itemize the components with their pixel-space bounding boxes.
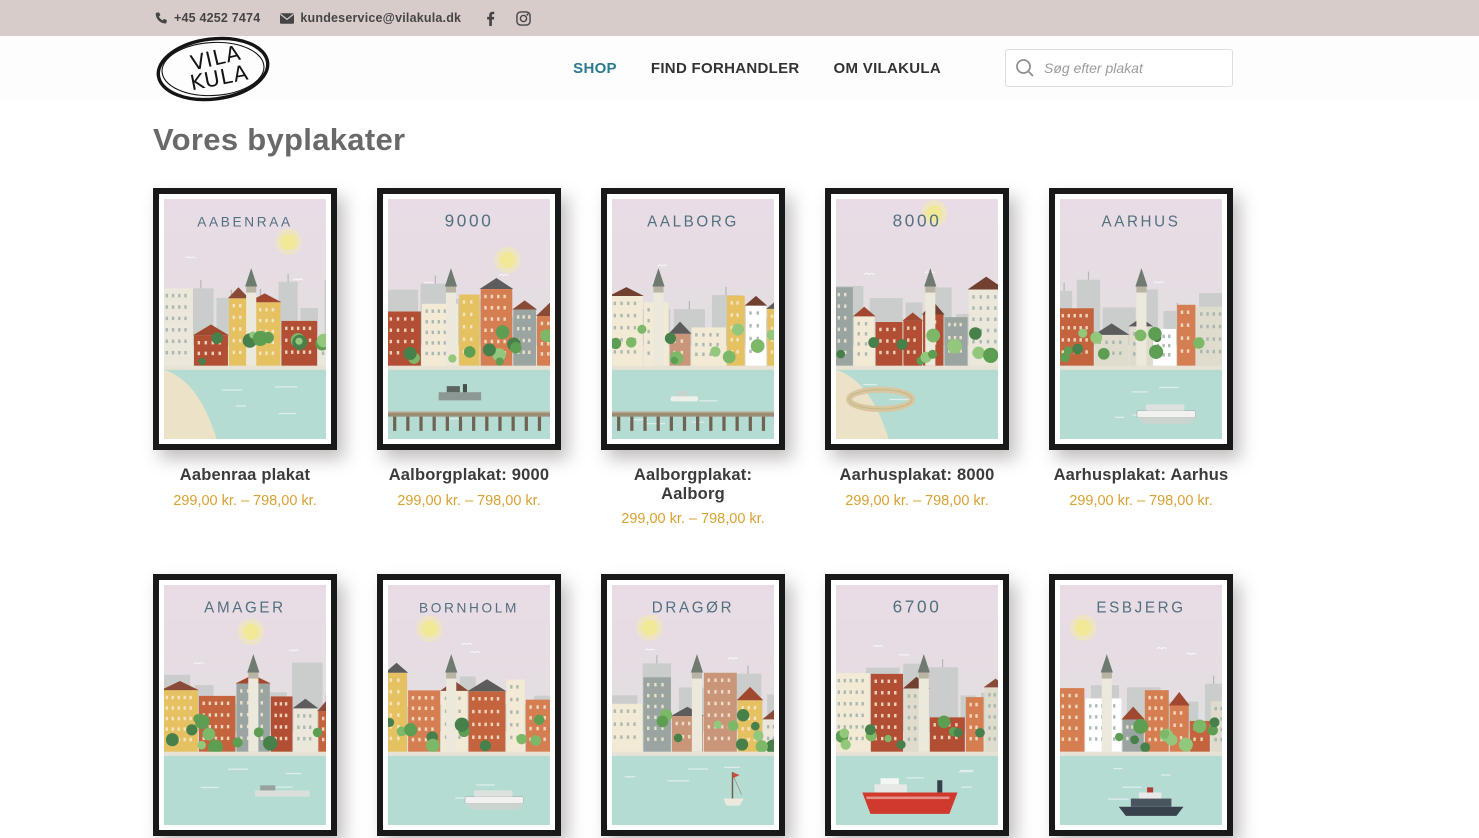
nav-om-vilakula[interactable]: OM VILAKULA — [834, 60, 941, 77]
product-card[interactable]: 8000 Aarhusplakat: 8000 299,00 kr. – 798… — [825, 188, 1009, 529]
poster-art: AALBORG — [612, 199, 774, 439]
product-card[interactable]: DRAGØR — [601, 574, 785, 838]
poster-frame[interactable]: AABENRAA — [153, 188, 337, 450]
poster-art: AARHUS — [1060, 199, 1222, 439]
poster-frame[interactable]: AALBORG — [601, 188, 785, 450]
nav-find-forhandler[interactable]: FIND FORHANDLER — [651, 60, 800, 77]
product-card[interactable]: BORNHOLM — [377, 574, 561, 838]
main-nav: SHOP FIND FORHANDLER OM VILAKULA — [573, 49, 1233, 87]
phone-icon — [155, 12, 168, 25]
svg-text:ESBJERG: ESBJERG — [1096, 599, 1185, 616]
instagram-icon[interactable] — [516, 11, 531, 26]
svg-text:DRAGØR: DRAGØR — [652, 599, 734, 616]
product-name[interactable]: Aarhusplakat: 8000 — [825, 466, 1009, 486]
product-price: 299,00 kr. – 798,00 kr. — [825, 493, 1009, 511]
poster-art: AABENRAA — [164, 199, 326, 439]
svg-text:AMAGER: AMAGER — [204, 599, 286, 616]
product-name[interactable]: Aalborgplakat: Aalborg — [601, 466, 785, 504]
product-price: 299,00 kr. – 798,00 kr. — [377, 493, 561, 511]
svg-text:BORNHOLM: BORNHOLM — [419, 600, 519, 615]
poster-frame[interactable]: 6700 — [825, 574, 1009, 836]
product-card[interactable]: 9000 Aalborgplakat: 9000 299,00 kr. – 79… — [377, 188, 561, 529]
poster-art: ESBJERG — [1060, 585, 1222, 825]
svg-text:AABENRAA: AABENRAA — [197, 214, 292, 229]
product-price: 299,00 kr. – 798,00 kr. — [1049, 493, 1233, 511]
phone-link[interactable]: +45 4252 7474 — [155, 11, 260, 25]
svg-text:9000: 9000 — [445, 210, 494, 230]
poster-frame[interactable]: ESBJERG — [1049, 574, 1233, 836]
search-input[interactable] — [1005, 49, 1233, 87]
poster-art: 9000 — [388, 199, 550, 439]
product-name[interactable]: Aarhusplakat: Aarhus — [1049, 466, 1233, 486]
page-title: Vores byplakater — [153, 122, 1479, 158]
product-card[interactable]: 6700 — [825, 574, 1009, 838]
phone-number: +45 4252 7474 — [174, 11, 260, 25]
social-links — [485, 11, 531, 26]
poster-frame[interactable]: 8000 — [825, 188, 1009, 450]
email-address: kundeservice@vilakula.dk — [300, 11, 461, 25]
product-card[interactable]: AABENRAA Aabenraa plakat 299,00 kr. – 79… — [153, 188, 337, 529]
product-card[interactable]: AALBORG Aalborgplakat: Aalborg 299,00 kr… — [601, 188, 785, 529]
product-card[interactable]: AMAGER — [153, 574, 337, 838]
search-icon — [1014, 57, 1036, 79]
poster-frame[interactable]: AARHUS — [1049, 188, 1233, 450]
product-card[interactable]: ESBJERG — [1049, 574, 1233, 838]
vilakula-logo[interactable]: VILA KULA — [152, 28, 274, 110]
envelope-icon — [280, 13, 294, 24]
search-box — [1005, 49, 1233, 87]
poster-frame[interactable]: 9000 — [377, 188, 561, 450]
svg-text:8000: 8000 — [893, 210, 942, 230]
product-grid: AABENRAA Aabenraa plakat 299,00 kr. – 79… — [153, 188, 1479, 838]
svg-text:AALBORG: AALBORG — [647, 213, 739, 230]
header: VILA KULA SHOP FIND FORHANDLER OM VILAKU… — [0, 36, 1479, 100]
email-link[interactable]: kundeservice@vilakula.dk — [280, 11, 461, 25]
product-price: 299,00 kr. – 798,00 kr. — [601, 511, 785, 529]
poster-frame[interactable]: AMAGER — [153, 574, 337, 836]
product-card[interactable]: AARHUS Aarhusplakat: Aarhus 299,00 kr. –… — [1049, 188, 1233, 529]
svg-text:6700: 6700 — [893, 596, 942, 616]
poster-art: DRAGØR — [612, 585, 774, 825]
product-price: 299,00 kr. – 798,00 kr. — [153, 493, 337, 511]
facebook-icon[interactable] — [485, 11, 496, 26]
poster-frame[interactable]: BORNHOLM — [377, 574, 561, 836]
poster-art: BORNHOLM — [388, 585, 550, 825]
poster-art: 8000 — [836, 199, 998, 439]
svg-text:AARHUS: AARHUS — [1101, 213, 1180, 230]
poster-art: AMAGER — [164, 585, 326, 825]
poster-art: 6700 — [836, 585, 998, 825]
product-name[interactable]: Aalborgplakat: 9000 — [377, 466, 561, 486]
nav-shop[interactable]: SHOP — [573, 60, 617, 77]
product-name[interactable]: Aabenraa plakat — [153, 466, 337, 486]
poster-frame[interactable]: DRAGØR — [601, 574, 785, 836]
